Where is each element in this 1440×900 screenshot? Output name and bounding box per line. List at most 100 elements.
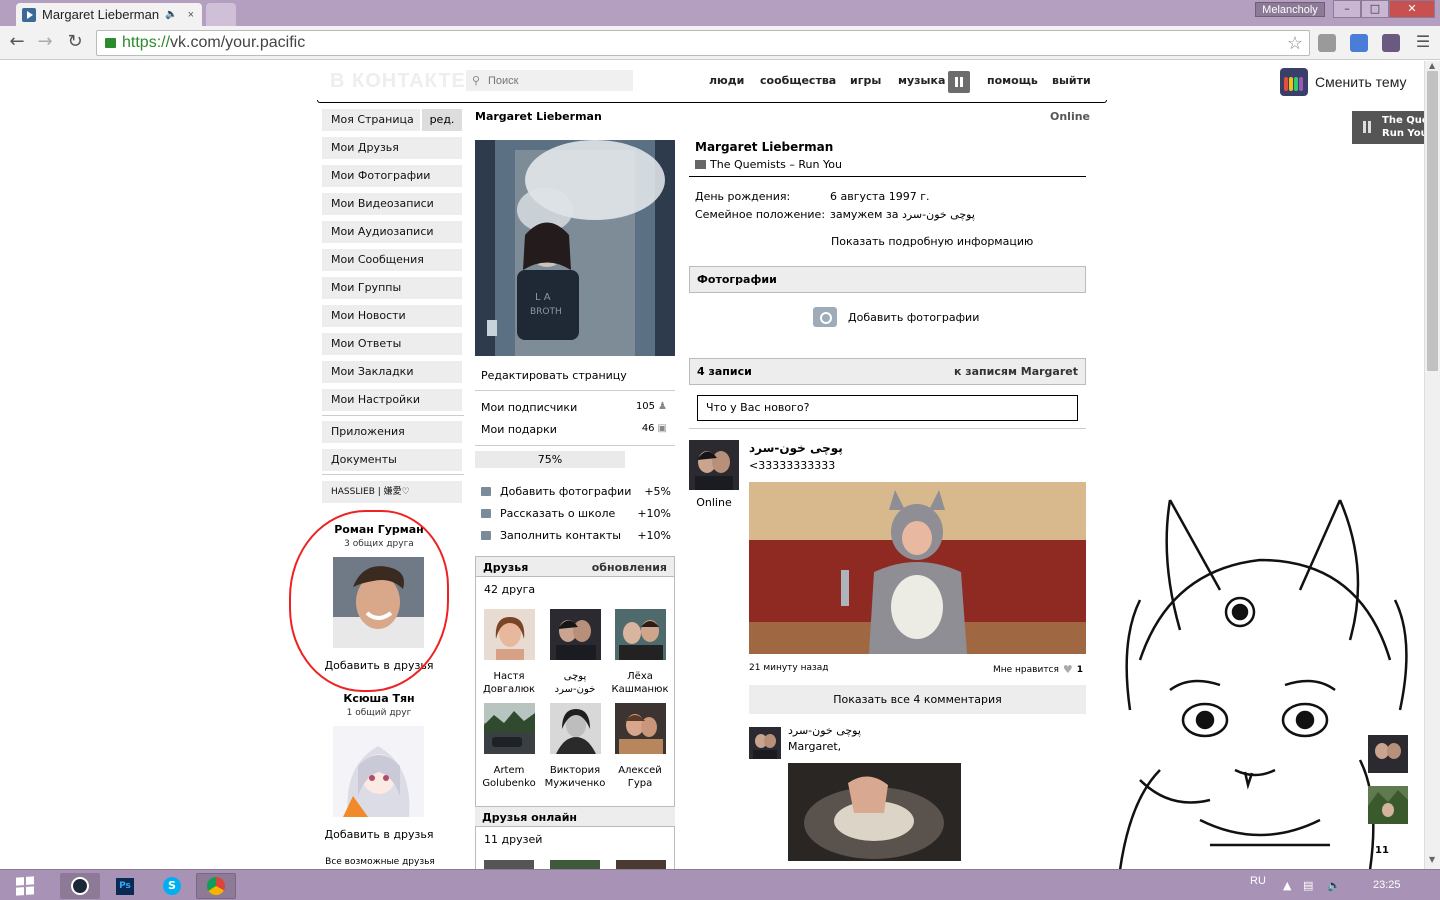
all-possible-friends-link[interactable]: Все возможные друзья [320, 857, 440, 867]
todo-school[interactable]: Рассказать о школе +10% [481, 507, 671, 520]
comment-author-name[interactable]: پوچی خون-سرد [788, 724, 861, 737]
profile-badge[interactable]: Melancholy [1255, 2, 1325, 17]
menu-apps[interactable]: Приложения [322, 421, 462, 443]
comment-photo[interactable] [788, 763, 961, 861]
add-friend-button[interactable]: Добавить в друзья [322, 828, 436, 841]
like-button[interactable]: Мне нравится ♥ 1 [993, 663, 1083, 676]
pause-icon[interactable] [948, 71, 970, 93]
menu-groups[interactable]: Мои Группы [322, 277, 462, 299]
network-icon[interactable]: ▤ [1303, 879, 1313, 892]
friend-card[interactable]: پوچی خون-سرد [544, 609, 606, 696]
suggestion-name[interactable]: Ксюша Тян [322, 692, 436, 705]
friend-online-avatar[interactable] [616, 860, 666, 869]
new-tab-button[interactable] [206, 3, 236, 26]
profile-status[interactable]: The Quemists – Run You [695, 158, 842, 171]
friend-card[interactable]: Настя Довгалюк [478, 609, 540, 696]
side-friend-avatar[interactable] [1368, 786, 1408, 824]
extension-2-icon[interactable] [1382, 34, 1400, 52]
friend-card[interactable]: Алексей Гура [609, 703, 671, 790]
wall-header[interactable]: 4 записи к записям Margaret [689, 358, 1086, 385]
scroll-thumb[interactable] [1427, 71, 1438, 371]
nav-games[interactable]: игры [850, 74, 881, 87]
menu-app-hasslieb[interactable]: HASSLIEB | 嫌愛♡ [322, 481, 462, 503]
photoshop-icon[interactable]: Ps [105, 873, 145, 899]
friends-online-header[interactable]: Друзья онлайн [475, 806, 675, 827]
nav-communities[interactable]: сообщества [760, 74, 836, 87]
minimize-button[interactable]: – [1333, 0, 1361, 18]
friend-card[interactable]: Лёха Кашманюк [609, 609, 671, 696]
profile-avatar[interactable]: L A BROTH [475, 140, 675, 356]
scroll-down-icon[interactable]: ▼ [1429, 855, 1435, 864]
address-bar[interactable]: https:// vk.com/your.pacific ☆ [96, 30, 1310, 56]
show-all-comments-button[interactable]: Показать все 4 комментария [749, 685, 1086, 714]
menu-photos[interactable]: Мои Фотографии [322, 165, 462, 187]
tray-up-arrow-icon[interactable]: ▲ [1283, 879, 1291, 892]
todo-add-photos[interactable]: Добавить фотографии +5% [481, 485, 671, 498]
post-author-name[interactable]: پوچی خون-سرد [749, 441, 843, 455]
change-theme-button[interactable]: Сменить тему [1280, 68, 1407, 96]
translate-icon[interactable] [1350, 34, 1368, 52]
menu-docs[interactable]: Документы [322, 449, 462, 471]
menu-my-page[interactable]: Моя Страница [322, 109, 420, 131]
menu-news[interactable]: Мои Новости [322, 305, 462, 327]
volume-icon[interactable]: 🔈 [1327, 879, 1341, 892]
chrome-icon[interactable] [196, 873, 236, 899]
add-photos-button[interactable]: Добавить фотографии [813, 307, 979, 327]
post-time[interactable]: 21 минуту назад [749, 663, 829, 673]
suggestion-avatar[interactable] [333, 726, 424, 817]
bookmark-star-icon[interactable]: ☆ [1287, 33, 1303, 54]
speaker-icon[interactable]: 🔈 [165, 9, 177, 20]
gifts-row[interactable]: Мои подарки 46 ▣ [481, 423, 667, 436]
side-friend-avatar[interactable] [1368, 735, 1408, 773]
menu-edit-button[interactable]: ред. [422, 109, 462, 131]
post-author-avatar[interactable] [689, 440, 739, 490]
close-window-button[interactable]: ✕ [1389, 0, 1435, 18]
nav-logout[interactable]: выйти [1052, 74, 1091, 87]
nav-help[interactable]: помощь [987, 74, 1038, 87]
friends-count[interactable]: 42 друга [484, 583, 535, 596]
menu-settings[interactable]: Мои Настройки [322, 389, 462, 411]
tab-active[interactable]: Margaret Lieberman 🔈 × [16, 3, 202, 26]
back-icon[interactable]: ← [6, 31, 28, 53]
nav-people[interactable]: люди [709, 74, 744, 87]
forward-icon[interactable]: → [34, 31, 56, 53]
reload-icon[interactable]: ↻ [64, 31, 86, 53]
friend-card[interactable]: Виктория Мужиченко [544, 703, 606, 790]
comment-author-avatar[interactable] [749, 727, 781, 759]
followers-row[interactable]: Мои подписчики 105 ♟ [481, 401, 667, 414]
to-posts-link[interactable]: к записям Margaret [954, 359, 1078, 384]
nav-music[interactable]: музыка [898, 74, 945, 87]
menu-icon[interactable]: ☰ [1412, 31, 1434, 53]
photos-header[interactable]: Фотографии [689, 266, 1086, 293]
menu-answers[interactable]: Мои Ответы [322, 333, 462, 355]
extension-icon[interactable] [1318, 34, 1336, 52]
keyboard-language[interactable]: RU [1250, 875, 1266, 887]
tab-close-icon[interactable]: × [188, 9, 194, 21]
edit-page-link[interactable]: Редактировать страницу [481, 369, 627, 382]
friend-online-avatar[interactable] [484, 860, 534, 869]
birthday-value[interactable]: 6 августа 1997 г. [830, 190, 929, 203]
menu-bookmarks[interactable]: Мои Закладки [322, 361, 462, 383]
friend-card[interactable]: Artem Golubenko [478, 703, 540, 790]
relation-value[interactable]: замужем за پوچی خون-سرد [830, 208, 975, 221]
suggestion-mutual[interactable]: 1 общий друг [322, 708, 436, 718]
skype-icon[interactable]: S [152, 873, 192, 899]
wall-post-input[interactable]: Что у Вас нового? [697, 395, 1078, 421]
show-more-info-link[interactable]: Показать подробную информацию [831, 235, 1033, 248]
search-input[interactable] [466, 70, 633, 91]
post-photo[interactable] [749, 482, 1086, 654]
clock[interactable]: 23:25 [1373, 879, 1401, 891]
vk-logo[interactable]: В КОНТАКТЕ [330, 70, 466, 93]
scroll-up-icon[interactable]: ▲ [1429, 61, 1435, 70]
menu-videos[interactable]: Мои Видеозаписи [322, 193, 462, 215]
page-scrollbar[interactable]: ▲ ▼ [1424, 61, 1440, 869]
friends-online-count[interactable]: 11 друзей [484, 833, 542, 846]
menu-messages[interactable]: Мои Сообщения [322, 249, 462, 271]
steam-icon[interactable] [60, 873, 100, 899]
friend-online-avatar[interactable] [550, 860, 600, 869]
todo-contacts[interactable]: Заполнить контакты +10% [481, 529, 671, 542]
menu-audio[interactable]: Мои Аудиозаписи [322, 221, 462, 243]
menu-friends[interactable]: Мои Друзья [322, 137, 462, 159]
maximize-button[interactable]: □ [1361, 0, 1389, 18]
start-button[interactable] [8, 873, 42, 899]
